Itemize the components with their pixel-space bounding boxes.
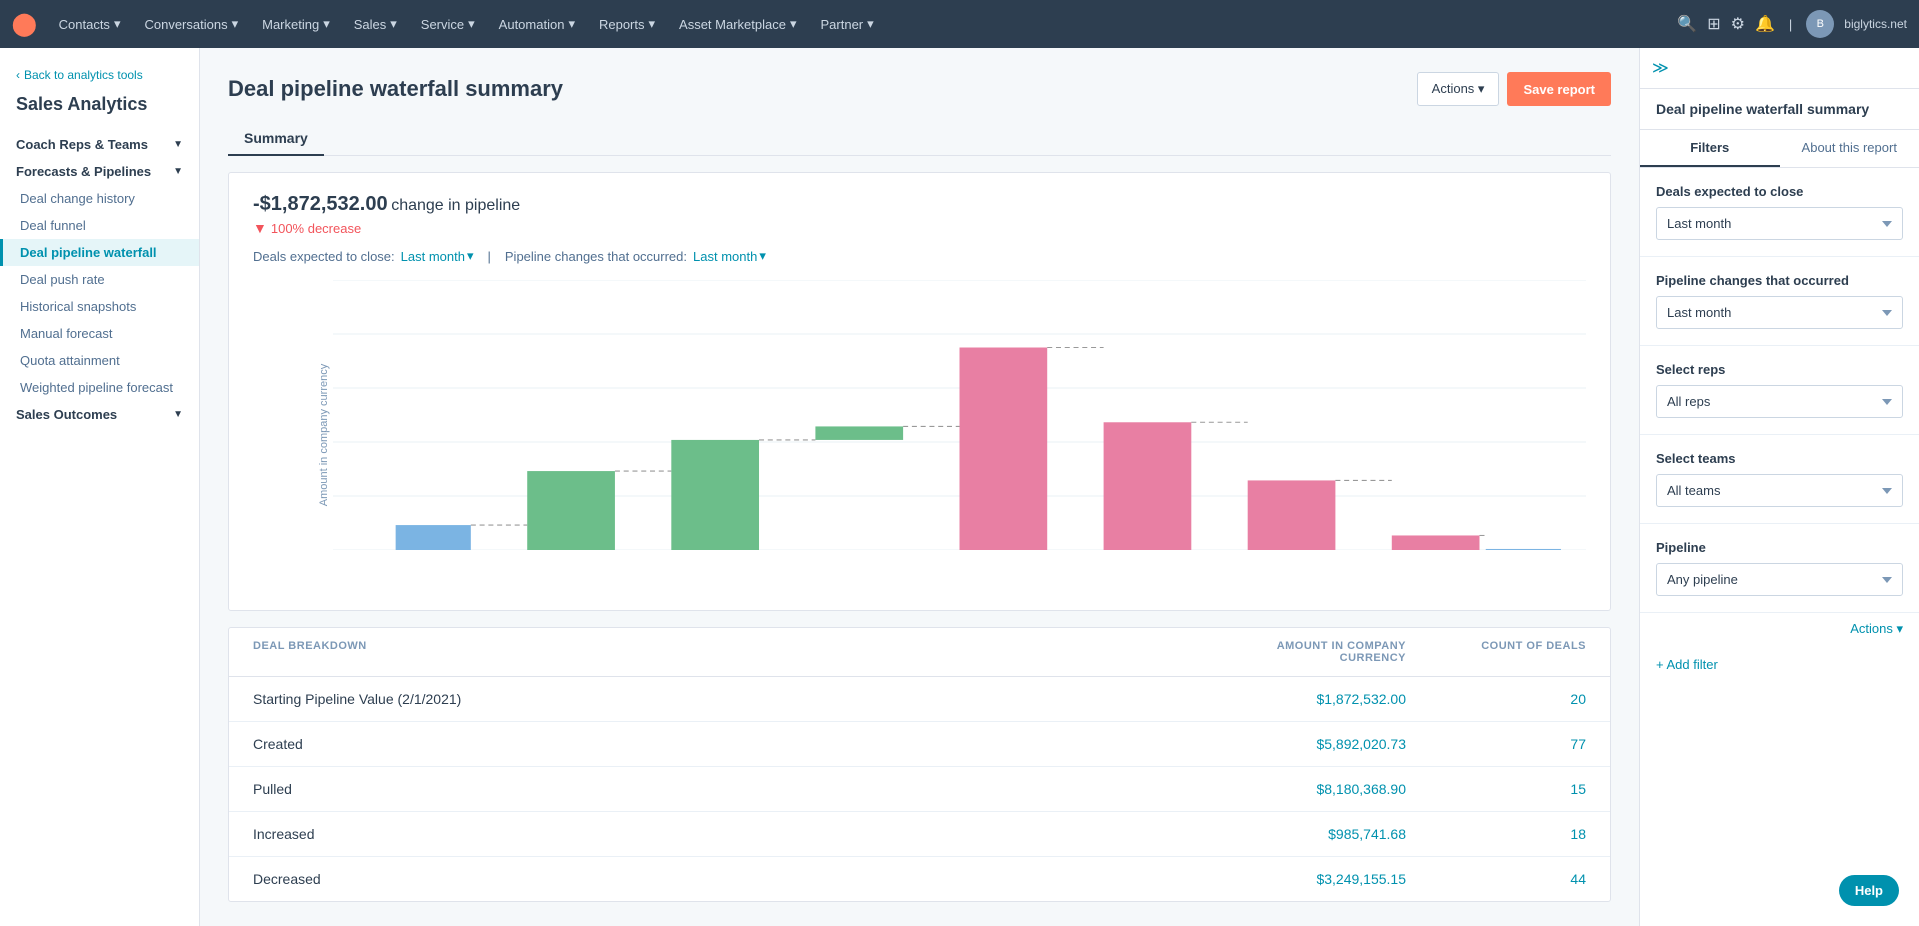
chevron-down-icon: ▼ (173, 166, 183, 177)
add-filter-button[interactable]: + Add filter (1640, 645, 1919, 684)
sidebar-section-coach[interactable]: Coach Reps & Teams ▼ (0, 131, 199, 158)
search-icon[interactable]: 🔍 (1677, 14, 1697, 34)
nav-automation[interactable]: Automation ▾ (489, 12, 585, 36)
table-header: DEAL BREAKDOWN AMOUNT IN COMPANY CURRENC… (229, 628, 1610, 677)
page-header: Deal pipeline waterfall summary Actions … (228, 72, 1611, 106)
nav-asset-marketplace[interactable]: Asset Marketplace ▾ (669, 12, 806, 36)
sidebar-item-quota-attainment[interactable]: Quota attainment (0, 347, 199, 374)
filter-select-teams: Select teams All teams (1640, 435, 1919, 524)
panel-actions-row: Actions ▾ (1640, 613, 1919, 645)
table-row: Decreased $3,249,155.15 44 (229, 857, 1610, 901)
filter-pipeline: Pipeline Any pipeline (1640, 524, 1919, 613)
waterfall-chart: $20,000,000 $15,000,000 $10,000,000 $5,0… (333, 280, 1586, 550)
y-axis-label: Amount in company currency (318, 364, 330, 506)
panel-collapse-button[interactable]: ≫ (1640, 48, 1919, 89)
page-title: Deal pipeline waterfall summary (228, 76, 563, 102)
sidebar-item-deal-push-rate[interactable]: Deal push rate (0, 266, 199, 293)
panel-tab-filters[interactable]: Filters (1640, 130, 1780, 167)
change-amount: -$1,872,532.00 (253, 193, 388, 215)
nav-reports[interactable]: Reports ▾ (589, 12, 665, 36)
main-layout: ‹ Back to analytics tools Sales Analytic… (0, 48, 1919, 926)
panel-actions-link[interactable]: Actions ▾ (1850, 621, 1903, 637)
save-report-button[interactable]: Save report (1507, 72, 1611, 106)
sidebar-item-deal-change-history[interactable]: Deal change history (0, 185, 199, 212)
panel-tab-about[interactable]: About this report (1780, 130, 1919, 167)
sidebar-title: Sales Analytics (0, 94, 199, 131)
topnav-right: 🔍 ⊞ ⚙ 🔔 | B biglytics.net (1677, 10, 1907, 38)
filter-label: Pipeline changes that occurred (1656, 273, 1903, 288)
panel-title: Deal pipeline waterfall summary (1640, 89, 1919, 130)
nav-sales[interactable]: Sales ▾ (344, 12, 407, 36)
hubspot-logo[interactable]: ⬤ (12, 11, 37, 37)
chevron-down-icon: ▼ (173, 409, 183, 420)
summary-box: -$1,872,532.00 change in pipeline ▼ 100%… (228, 172, 1611, 611)
sidebar-item-deal-pipeline-waterfall[interactable]: Deal pipeline waterfall (0, 239, 199, 266)
actions-button[interactable]: Actions ▾ (1417, 72, 1500, 106)
sidebar-item-weighted-pipeline-forecast[interactable]: Weighted pipeline forecast (0, 374, 199, 401)
pipeline-changes-select[interactable]: Last month (1656, 296, 1903, 329)
right-panel: ≫ Deal pipeline waterfall summary Filter… (1639, 48, 1919, 926)
change-label: change in pipeline (391, 197, 520, 214)
filter-label: Deals expected to close (1656, 184, 1903, 199)
filter-label: Select teams (1656, 451, 1903, 466)
sidebar-section-forecasts[interactable]: Forecasts & Pipelines ▼ (0, 158, 199, 185)
sidebar: ‹ Back to analytics tools Sales Analytic… (0, 48, 200, 926)
filter-select-reps: Select reps All reps (1640, 346, 1919, 435)
table-row: Created $5,892,020.73 77 (229, 722, 1610, 767)
nav-service[interactable]: Service ▾ (411, 12, 485, 36)
header-actions: Actions ▾ Save report (1417, 72, 1611, 106)
table-row: Increased $985,741.68 18 (229, 812, 1610, 857)
table-row: Starting Pipeline Value (2/1/2021) $1,87… (229, 677, 1610, 722)
filter-deals-close: Deals expected to close Last month (1640, 168, 1919, 257)
teams-select[interactable]: All teams (1656, 474, 1903, 507)
settings-icon[interactable]: ⚙ (1731, 14, 1745, 34)
table-row: Pulled $8,180,368.90 15 (229, 767, 1610, 812)
pipeline-select[interactable]: Any pipeline (1656, 563, 1903, 596)
reps-select[interactable]: All reps (1656, 385, 1903, 418)
filter-label: Pipeline (1656, 540, 1903, 555)
chart-area: Amount in company currency $20,000,000 $… (253, 280, 1586, 590)
sidebar-item-historical-snapshots[interactable]: Historical snapshots (0, 293, 199, 320)
apps-icon[interactable]: ⊞ (1707, 14, 1720, 34)
filter-label: Select reps (1656, 362, 1903, 377)
notifications-icon[interactable]: 🔔 (1755, 14, 1775, 34)
sidebar-section-sales-outcomes[interactable]: Sales Outcomes ▼ (0, 401, 199, 428)
main-content: Deal pipeline waterfall summary Actions … (200, 48, 1639, 926)
nav-marketing[interactable]: Marketing ▾ (252, 12, 340, 36)
nav-conversations[interactable]: Conversations ▾ (134, 12, 248, 36)
avatar[interactable]: B (1806, 10, 1834, 38)
filter-close-dropdown[interactable]: Last month ▾ (401, 248, 474, 264)
tab-summary[interactable]: Summary (228, 122, 324, 156)
username: biglytics.net (1844, 17, 1907, 31)
panel-tabs: Filters About this report (1640, 130, 1919, 168)
nav-partner[interactable]: Partner ▾ (811, 12, 884, 36)
deal-breakdown-table: DEAL BREAKDOWN AMOUNT IN COMPANY CURRENC… (228, 627, 1611, 902)
sidebar-item-deal-funnel[interactable]: Deal funnel (0, 212, 199, 239)
help-button[interactable]: Help (1839, 875, 1899, 906)
deals-close-select[interactable]: Last month (1656, 207, 1903, 240)
top-navigation: ⬤ Contacts ▾ Conversations ▾ Marketing ▾… (0, 0, 1919, 48)
filter-row: Deals expected to close: Last month ▾ | … (253, 248, 1586, 264)
report-tabs: Summary (228, 122, 1611, 156)
filter-pipeline-changes: Pipeline changes that occurred Last mont… (1640, 257, 1919, 346)
filter-occurred-dropdown[interactable]: Last month ▾ (693, 248, 766, 264)
sidebar-item-manual-forecast[interactable]: Manual forecast (0, 320, 199, 347)
chevron-down-icon: ▼ (173, 139, 183, 150)
back-link[interactable]: ‹ Back to analytics tools (0, 64, 199, 94)
nav-contacts[interactable]: Contacts ▾ (49, 12, 131, 36)
change-pct: ▼ 100% decrease (253, 220, 1586, 236)
